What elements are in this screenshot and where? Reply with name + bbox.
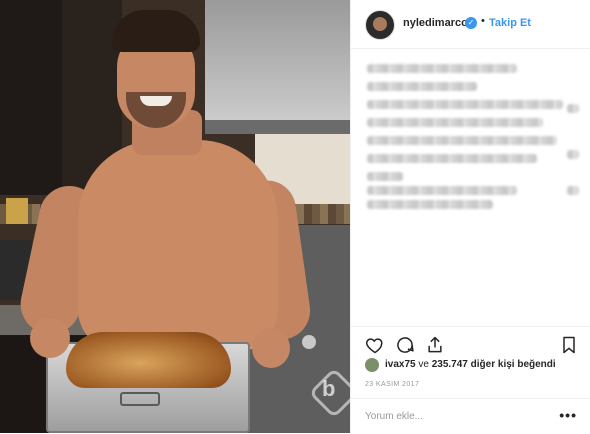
blurred-text-line	[367, 118, 543, 127]
kitchen-cabinet	[0, 0, 62, 195]
separator-dot: •	[481, 15, 485, 27]
blurred-text-line	[367, 100, 563, 109]
person-right-hand	[252, 328, 290, 368]
blurred-text-line	[567, 186, 579, 195]
likes-suffix[interactable]: diğer kişi beğendi	[468, 359, 556, 370]
blurred-text-line	[367, 200, 493, 209]
post-photo[interactable]: b	[0, 0, 350, 433]
liker-username[interactable]: ivax75	[385, 359, 416, 370]
verified-badge-icon: ✓	[465, 17, 477, 29]
more-options-icon[interactable]: •••	[559, 407, 577, 423]
person-smile	[140, 96, 172, 106]
blurred-text-line	[367, 82, 477, 91]
person-torso	[78, 140, 278, 350]
bookmark-icon[interactable]	[559, 335, 579, 355]
follow-button[interactable]: Takip Et	[489, 17, 531, 29]
liker-avatar[interactable]	[365, 358, 379, 372]
canister	[6, 198, 28, 224]
stove-knob	[302, 335, 316, 349]
likes-row: ivax75 ve 235.747 diğer kişi beğendi	[365, 358, 585, 374]
post-header: nyledimarco ✓ • Takip Et	[351, 0, 590, 49]
likes-summary: ivax75 ve 235.747 diğer kişi beğendi	[385, 359, 556, 370]
share-icon[interactable]	[425, 335, 445, 355]
comment-input[interactable]: Yorum ekle...	[365, 411, 423, 422]
range-hood	[205, 0, 350, 130]
likes-count[interactable]: 235.747	[432, 359, 468, 370]
blurred-text-line	[367, 172, 403, 181]
blurred-text-line	[367, 64, 517, 73]
blurred-text-line	[567, 104, 579, 113]
author-avatar[interactable]	[365, 10, 395, 40]
comment-bar: Yorum ekle... •••	[351, 398, 590, 434]
comment-icon[interactable]	[395, 335, 415, 355]
post-sidebar: nyledimarco ✓ • Takip Et ivax75 ve 235.7…	[350, 0, 590, 433]
watermark-letter: b	[322, 376, 336, 401]
post-date[interactable]: 23 KASIM 2017	[365, 381, 419, 388]
author-username[interactable]: nyledimarco	[403, 17, 468, 29]
person-hair	[112, 10, 200, 52]
blurred-text-line	[367, 154, 537, 163]
blurred-text-line	[367, 136, 557, 145]
range-hood-band	[205, 120, 350, 134]
roast-turkey	[66, 332, 231, 388]
blurred-text-line	[367, 186, 517, 195]
blurred-text-line	[567, 150, 579, 159]
likes-connector: ve	[415, 359, 432, 370]
person-left-hand	[30, 318, 70, 358]
heart-icon[interactable]	[365, 335, 385, 355]
pan-handle	[120, 392, 160, 406]
